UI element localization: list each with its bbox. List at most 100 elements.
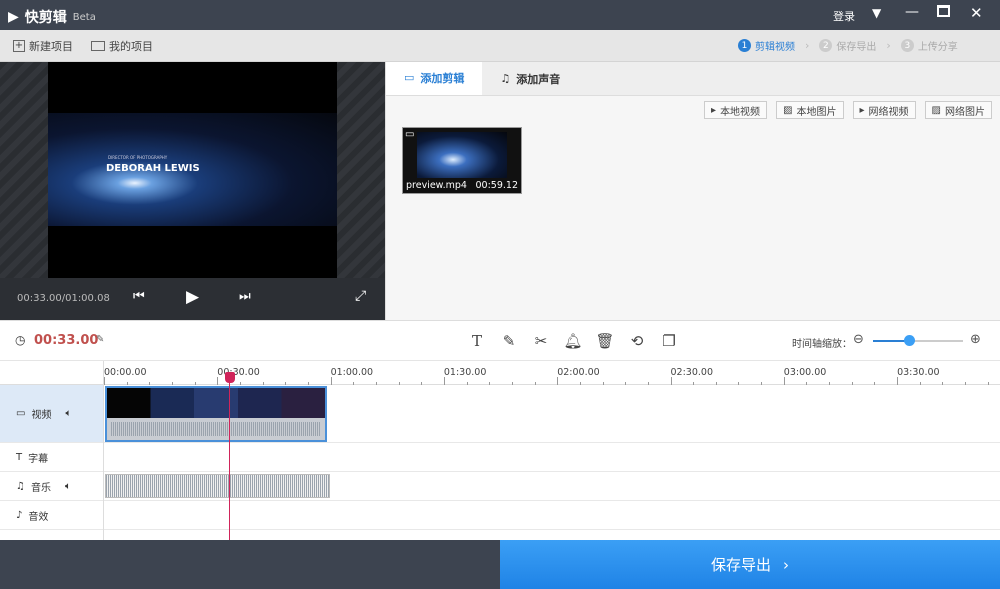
playhead[interactable] bbox=[224, 372, 235, 540]
video-clip[interactable] bbox=[105, 386, 327, 442]
ruler-corner bbox=[0, 361, 104, 385]
web-image-button[interactable]: ▨ 网络图片 bbox=[924, 101, 992, 119]
zoom-label: 时间轴缩放： bbox=[792, 339, 852, 350]
ruler-tick bbox=[670, 377, 672, 385]
timeline-ruler[interactable]: 00:00.00 00:30.00 01:00.00 01:30.00 02:00.00… bbox=[104, 361, 1000, 385]
zoom-in-button[interactable]: ⊕ bbox=[970, 332, 981, 347]
new-project-button[interactable]: + 新建项目 bbox=[13, 38, 73, 54]
source-buttons: ▸ 本地视频 ▨ 本地图片 ▸ 网络视频 ▨ 网络图片 bbox=[704, 101, 992, 119]
my-projects-label: 我的项目 bbox=[109, 40, 153, 53]
logo-icon: ▶ bbox=[8, 9, 19, 25]
login-button[interactable]: 登录 bbox=[833, 8, 855, 24]
track-label-music: ♫ 音乐 🔈︎ bbox=[0, 472, 104, 501]
clock-icon: ◷ bbox=[15, 333, 26, 347]
zoom-out-button[interactable]: ⊖ bbox=[853, 332, 864, 347]
title-bar: ▶ 快剪辑 Beta 登录 ▼ — ✕ bbox=[0, 0, 1000, 30]
text-icon[interactable]: T bbox=[468, 332, 486, 350]
close-button[interactable]: ✕ bbox=[970, 4, 983, 22]
maximize-button[interactable] bbox=[937, 5, 950, 17]
web-video-button[interactable]: ▸ 网络视频 bbox=[852, 101, 916, 119]
video-frame: DIRECTOR OF PHOTOGRAPHY DEBORAH LEWIS bbox=[48, 113, 337, 226]
track-label-sfx: ♪ 音效 bbox=[0, 501, 104, 530]
panel-tabs: ▭ 添加剪辑 ♫ 添加声音 bbox=[386, 62, 1000, 96]
music-note-icon: ♫ bbox=[500, 72, 511, 85]
media-panel: ▭ 添加剪辑 ♫ 添加声音 ▸ 本地视频 ▨ 本地图片 ▸ 网络视频 ▨ 网络图片 ▭ pr… bbox=[385, 62, 1000, 320]
ruler-tick-label: 02:30.00 bbox=[670, 367, 714, 378]
track-spacer bbox=[0, 530, 1000, 540]
minimize-button[interactable]: — bbox=[905, 4, 919, 20]
new-project-label: 新建项目 bbox=[29, 40, 73, 53]
local-video-button[interactable]: ▸ 本地视频 bbox=[704, 101, 768, 119]
video-camera-icon: ▭ bbox=[405, 129, 415, 140]
tab-add-clip[interactable]: ▭ 添加剪辑 bbox=[386, 62, 483, 95]
subtitle-track[interactable] bbox=[104, 443, 1000, 472]
ruler-tick bbox=[783, 377, 785, 385]
folder-icon bbox=[91, 41, 105, 51]
ruler-tick-label: 03:00.00 bbox=[783, 367, 827, 378]
ruler-tick bbox=[443, 377, 445, 385]
ruler-tick-label: 00:00.00 bbox=[104, 367, 147, 378]
image-icon: ▨ bbox=[931, 104, 941, 116]
chevron-right-icon: › bbox=[886, 39, 891, 52]
ruler-tick-label: 03:30.00 bbox=[897, 367, 940, 378]
menu-icon[interactable]: ▼ bbox=[872, 6, 881, 20]
next-frame-button[interactable]: ⏭ bbox=[239, 289, 251, 304]
ruler-tick bbox=[217, 377, 219, 385]
copy-icon[interactable]: ❐ bbox=[660, 332, 678, 350]
clip-thumbnails bbox=[107, 388, 325, 418]
step-edit: 1 剪辑视频 bbox=[738, 38, 795, 53]
music-track bbox=[104, 472, 1000, 501]
media-duration: 00:59.12 bbox=[475, 180, 519, 191]
ruler-tick bbox=[557, 377, 559, 385]
playback-controls: 00:33.00/01:00.08 ⏮ ▶ ⏭ ⤢ bbox=[0, 278, 385, 320]
playback-time: 00:33.00/01:00.08 bbox=[17, 293, 110, 304]
sfx-track[interactable] bbox=[104, 501, 1000, 530]
edit-time-icon[interactable]: ✎ bbox=[96, 334, 104, 345]
step-share: 3 上传分享 bbox=[900, 38, 958, 53]
image-icon: ▨ bbox=[783, 104, 793, 116]
video-screen[interactable]: DIRECTOR OF PHOTOGRAPHY DEBORAH LEWIS bbox=[48, 62, 337, 278]
crop-icon[interactable]: ⟲ bbox=[628, 332, 646, 350]
play-button[interactable]: ▶ bbox=[186, 287, 199, 307]
video-icon: ▸ bbox=[711, 104, 717, 116]
music-note-icon: ♫ bbox=[16, 480, 25, 492]
zoom-slider[interactable] bbox=[873, 335, 963, 346]
tab-add-audio[interactable]: ♫ 添加声音 bbox=[482, 62, 578, 95]
scissors-icon[interactable]: ✂ bbox=[532, 332, 550, 350]
timeline-toolbar: ◷ 00:33.00 ✎ T ✎ ✂ 🔔︎ 🗑︎ ⟲ ❐ 时间轴缩放： ⊖ ⊕ bbox=[0, 320, 1000, 361]
trash-icon[interactable]: 🗑︎ bbox=[595, 332, 614, 350]
ruler-tick-label: 02:00.00 bbox=[557, 367, 600, 378]
media-thumbnail bbox=[417, 132, 507, 178]
volume-icon[interactable]: 🔈︎ bbox=[65, 408, 71, 419]
my-projects-button[interactable]: 我的项目 bbox=[91, 38, 153, 54]
video-camera-icon: ▭ bbox=[404, 71, 415, 84]
prev-frame-button[interactable]: ⏮ bbox=[133, 289, 145, 304]
video-track bbox=[104, 385, 1000, 443]
sound-effect-icon: ♪ bbox=[16, 509, 23, 521]
video-icon: ▸ bbox=[859, 104, 865, 116]
chevron-right-icon: › bbox=[805, 39, 810, 52]
export-button[interactable]: 保存导出 › bbox=[500, 540, 1000, 589]
beta-badge: Beta bbox=[72, 11, 96, 23]
media-name: preview.mp4 bbox=[406, 180, 467, 191]
fullscreen-button[interactable]: ⤢ bbox=[355, 288, 366, 304]
bell-icon[interactable]: 🔔︎ bbox=[563, 332, 582, 350]
media-item[interactable]: ▭ preview.mp4 00:59.12 bbox=[402, 127, 522, 194]
ruler-tick bbox=[897, 377, 899, 385]
track-label-video: ▭ 视频 🔈︎ bbox=[0, 385, 104, 443]
current-time: 00:33.00 bbox=[34, 333, 99, 348]
track-divider bbox=[103, 385, 104, 540]
zoom-slider-handle[interactable] bbox=[904, 335, 915, 346]
plus-box-icon: + bbox=[13, 40, 25, 52]
pencil-icon[interactable]: ✎ bbox=[500, 332, 518, 350]
playhead-handle[interactable] bbox=[224, 372, 235, 383]
steps: 1 剪辑视频 › 2 保存导出 › 3 上传分享 bbox=[738, 38, 958, 53]
video-preview: DIRECTOR OF PHOTOGRAPHY DEBORAH LEWIS 00… bbox=[0, 62, 385, 320]
volume-icon[interactable]: 🔈︎ bbox=[65, 481, 71, 492]
text-icon: T bbox=[16, 451, 23, 463]
ruler-tick-label: 01:30.00 bbox=[443, 367, 487, 378]
clip-audio bbox=[107, 418, 325, 440]
music-clip[interactable] bbox=[105, 474, 330, 498]
ruler-tick-label: 01:00.00 bbox=[330, 367, 374, 378]
local-image-button[interactable]: ▨ 本地图片 bbox=[776, 101, 844, 119]
